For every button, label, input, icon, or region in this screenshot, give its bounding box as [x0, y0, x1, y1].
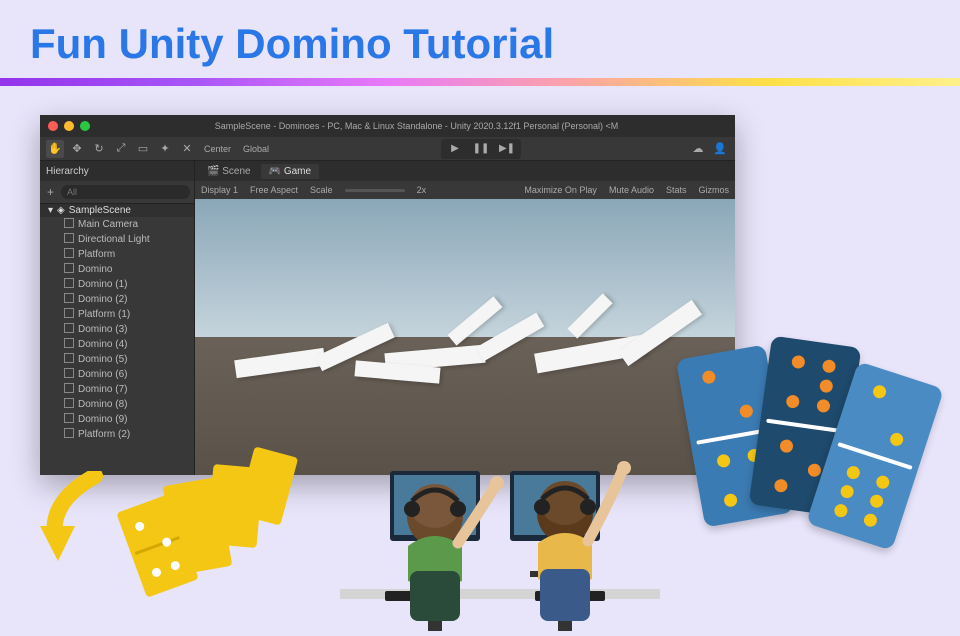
hierarchy-item[interactable]: Domino (3)	[40, 322, 194, 337]
hierarchy-item[interactable]: Domino (1)	[40, 277, 194, 292]
collab-icon[interactable]: ☁	[689, 140, 707, 158]
scene-name: SampleScene	[69, 205, 131, 216]
gameobject-icon	[64, 263, 74, 276]
account-icon[interactable]: 👤	[711, 140, 729, 158]
gizmos-toggle[interactable]: Gizmos	[698, 185, 729, 195]
hierarchy-item-label: Domino (1)	[78, 279, 127, 290]
tab-game[interactable]: 🎮 Game	[261, 164, 319, 179]
scene-row[interactable]: ▾ ◈ SampleScene	[40, 204, 194, 217]
scale-tool-icon[interactable]: ⤢	[112, 140, 130, 158]
hierarchy-item[interactable]: Platform (1)	[40, 307, 194, 322]
maximize-on-play-toggle[interactable]: Maximize On Play	[524, 185, 597, 195]
play-button[interactable]: ▶	[443, 141, 467, 157]
window-title-text: SampleScene - Dominoes - PC, Mac & Linux…	[106, 121, 727, 131]
gradient-divider	[0, 78, 960, 86]
gameobject-icon	[64, 278, 74, 291]
hierarchy-item[interactable]: Domino (5)	[40, 352, 194, 367]
rect-tool-icon[interactable]: ▭	[134, 140, 152, 158]
main-toolbar: ✋ ✥ ↻ ⤢ ▭ ✦ ✕ Center Global ▶ ❚❚ ▶❚ ☁ 👤	[40, 137, 735, 161]
scale-value: 2x	[417, 185, 427, 195]
hierarchy-search-input[interactable]	[61, 185, 190, 199]
kids-at-computers-illustration	[300, 371, 700, 631]
curved-arrow-icon	[40, 471, 120, 581]
pivot-toggle[interactable]: Center	[200, 144, 235, 154]
close-icon[interactable]	[48, 121, 58, 131]
hand-tool-icon[interactable]: ✋	[46, 140, 64, 158]
hierarchy-item[interactable]: Platform	[40, 247, 194, 262]
gameobject-icon	[64, 293, 74, 306]
aspect-dropdown[interactable]: Free Aspect	[250, 185, 298, 195]
hierarchy-item[interactable]: Domino (2)	[40, 292, 194, 307]
hierarchy-label: Hierarchy	[46, 166, 89, 177]
play-controls: ▶ ❚❚ ▶❚	[441, 139, 521, 159]
hierarchy-item-label: Domino (5)	[78, 354, 127, 365]
hierarchy-header: Hierarchy	[40, 161, 194, 181]
display-dropdown[interactable]: Display 1	[201, 185, 238, 195]
mute-audio-toggle[interactable]: Mute Audio	[609, 185, 654, 195]
add-icon[interactable]: +	[44, 183, 57, 201]
maximize-icon[interactable]	[80, 121, 90, 131]
hierarchy-item-label: Domino (2)	[78, 294, 127, 305]
tab-scene[interactable]: 🎬 Scene	[199, 164, 259, 179]
hierarchy-item[interactable]: Domino (6)	[40, 367, 194, 382]
handle-toggle[interactable]: Global	[239, 144, 273, 154]
hierarchy-item[interactable]: Main Camera	[40, 217, 194, 232]
hierarchy-item-label: Domino (3)	[78, 324, 127, 335]
scale-slider[interactable]	[345, 189, 405, 192]
page-title: Fun Unity Domino Tutorial	[0, 0, 960, 78]
gameobject-icon	[64, 338, 74, 351]
gameobject-icon	[64, 308, 74, 321]
hierarchy-item-label: Domino (4)	[78, 339, 127, 350]
rotate-tool-icon[interactable]: ↻	[90, 140, 108, 158]
step-button[interactable]: ▶❚	[495, 141, 519, 157]
gameobject-icon	[64, 218, 74, 231]
minimize-icon[interactable]	[64, 121, 74, 131]
gameobject-icon	[64, 353, 74, 366]
hierarchy-item-label: Domino	[78, 264, 112, 275]
gameobject-icon	[64, 233, 74, 246]
domino-3d	[567, 293, 612, 338]
chevron-down-icon: ▾	[48, 205, 53, 216]
yellow-domino-illustration	[40, 381, 320, 601]
blue-domino-illustration	[690, 331, 940, 581]
hierarchy-item[interactable]: Domino (4)	[40, 337, 194, 352]
stats-toggle[interactable]: Stats	[666, 185, 687, 195]
hierarchy-item[interactable]: Domino	[40, 262, 194, 277]
window-titlebar: SampleScene - Dominoes - PC, Mac & Linux…	[40, 115, 735, 137]
gameobject-icon	[64, 248, 74, 261]
hierarchy-item-label: Platform	[78, 249, 115, 260]
pause-button[interactable]: ❚❚	[469, 141, 493, 157]
gameobject-icon	[64, 323, 74, 336]
scale-label: Scale	[310, 185, 333, 195]
hierarchy-item-label: Domino (6)	[78, 369, 127, 380]
hierarchy-item-label: Platform (1)	[78, 309, 130, 320]
gameobject-icon	[64, 368, 74, 381]
move-tool-icon[interactable]: ✥	[68, 140, 86, 158]
hierarchy-item-label: Main Camera	[78, 219, 138, 230]
hierarchy-item[interactable]: Directional Light	[40, 232, 194, 247]
hierarchy-item-label: Directional Light	[78, 234, 150, 245]
transform-tool-icon[interactable]: ✦	[156, 140, 174, 158]
unity-logo-icon: ◈	[57, 205, 65, 216]
custom-tool-icon[interactable]: ✕	[178, 140, 196, 158]
